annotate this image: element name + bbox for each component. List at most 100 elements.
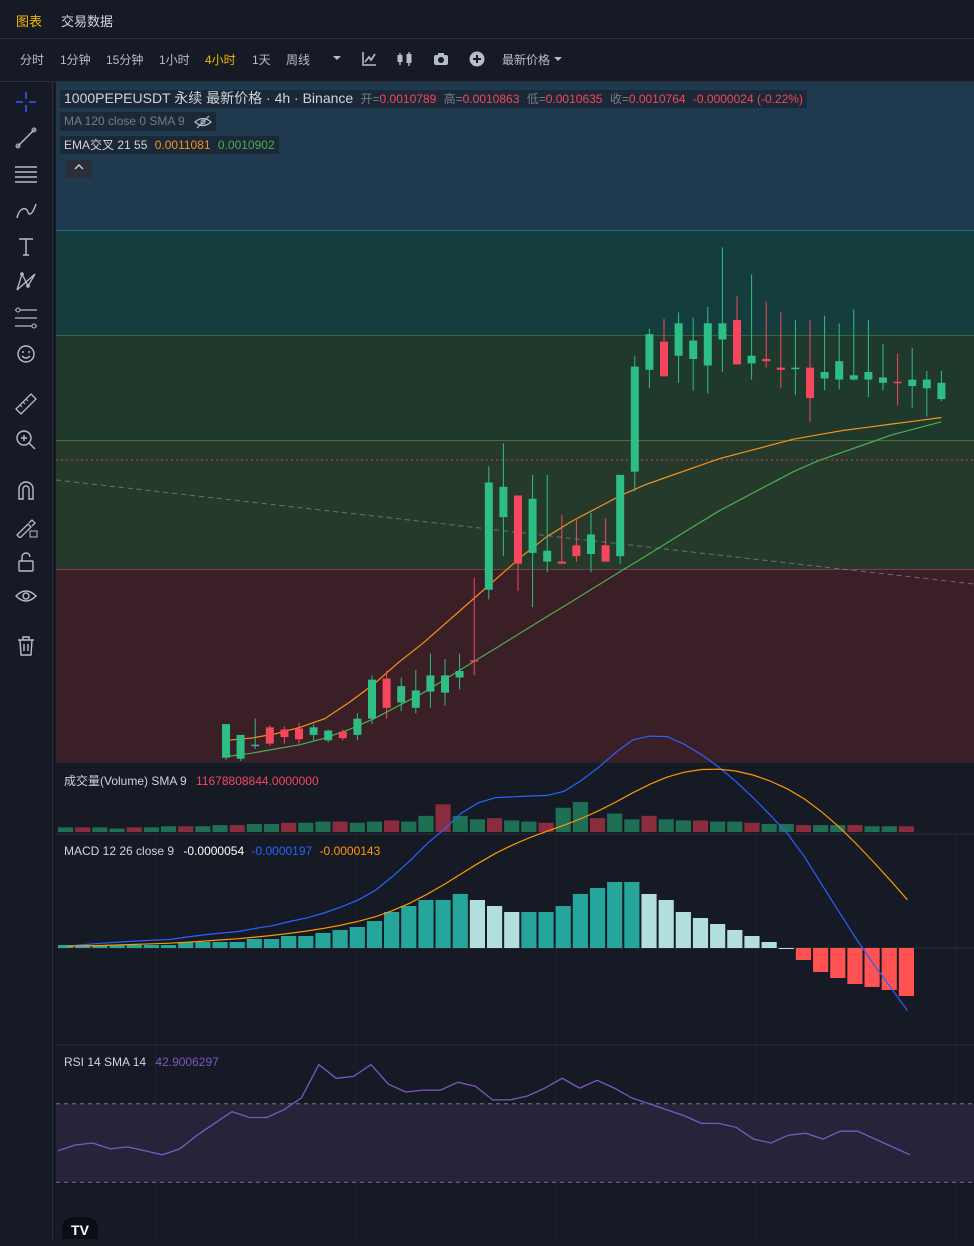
symbol-label[interactable]: 1000PEPEUSDT 永续 最新价格 · 4h · Binance: [64, 90, 353, 106]
tab-trading-data[interactable]: 交易数据: [61, 11, 113, 30]
magnet-icon[interactable]: [14, 478, 38, 502]
volume-bar: [761, 823, 777, 832]
volume-bar: [178, 826, 194, 832]
fib-icon[interactable]: [14, 306, 38, 330]
interval-15m[interactable]: 15分钟: [106, 51, 143, 68]
macd-bar: [126, 945, 142, 948]
volume-bar: [864, 826, 880, 832]
macd-bar: [795, 948, 812, 960]
candle: [572, 545, 581, 557]
volume-bar: [229, 825, 245, 832]
candle: [236, 734, 245, 759]
unlock-icon[interactable]: [14, 550, 38, 574]
ma-legend[interactable]: MA 120 close 0 SMA 9: [60, 112, 217, 131]
candle: [397, 686, 406, 703]
ema-legend[interactable]: EMA交叉 21 55 0.0011081 0.0010902: [60, 136, 279, 154]
candle-type-icon[interactable]: [396, 51, 412, 67]
candle: [922, 379, 931, 389]
price-type-select[interactable]: 最新价格: [502, 51, 563, 68]
candle: [762, 359, 771, 362]
volume-bar: [504, 820, 520, 832]
interval-1h[interactable]: 1小时: [159, 51, 190, 68]
candle: [324, 730, 333, 741]
rsi-label: RSI 14 SMA 14: [64, 1055, 147, 1069]
trash-icon[interactable]: [14, 634, 38, 658]
emoji-icon[interactable]: [14, 342, 38, 366]
volume-bar: [538, 822, 554, 832]
indicator-icon[interactable]: [361, 51, 377, 67]
candle: [616, 474, 625, 557]
interval-1d[interactable]: 1天: [252, 51, 271, 68]
interval-1m[interactable]: 1分钟: [60, 51, 91, 68]
volume-bar: [795, 825, 812, 832]
volume-bar: [160, 826, 177, 832]
candle: [893, 381, 902, 384]
interval-4h[interactable]: 4小时: [205, 51, 236, 68]
candle: [806, 367, 814, 398]
ema21-value: 0.0011081: [154, 138, 211, 152]
drawing-tools-sidebar: [0, 82, 53, 1241]
collapse-legend-button[interactable]: [66, 160, 92, 178]
trend-line-icon[interactable]: [14, 126, 38, 150]
candle: [849, 375, 858, 380]
interval-tick[interactable]: 分时: [20, 51, 44, 68]
price-zone-2: [56, 231, 974, 336]
close-value: 0.0010764: [628, 92, 686, 106]
rsi-band: [56, 1103, 974, 1183]
candle: [484, 482, 493, 590]
candle: [747, 355, 756, 364]
text-icon[interactable]: [14, 234, 38, 258]
macd-bar: [229, 942, 245, 948]
lock-draw-icon[interactable]: [14, 514, 38, 539]
candle: [309, 727, 318, 735]
candle: [733, 320, 741, 365]
close-label: 收=: [609, 92, 629, 106]
candle: [470, 660, 479, 662]
price-type-chevron-icon: [554, 57, 563, 61]
macd-value: -0.0000197: [251, 844, 313, 858]
macd-bar: [727, 930, 743, 948]
hidden-eye-icon[interactable]: [194, 115, 212, 129]
zoom-icon[interactable]: [14, 428, 38, 452]
volume-bar: [744, 822, 760, 832]
macd-bar: [195, 942, 211, 948]
volume-bar: [143, 827, 159, 832]
high-value: 0.0010863: [462, 92, 520, 106]
add-icon[interactable]: [469, 51, 485, 67]
candle: [879, 377, 887, 383]
volume-bar: [641, 815, 657, 832]
price-zones: [56, 82, 974, 762]
candle: [382, 678, 391, 708]
candle: [251, 744, 260, 747]
volume-bar: [246, 823, 262, 832]
volume-value: 11678808844.0000000: [196, 774, 319, 788]
eye-icon[interactable]: [14, 584, 38, 608]
chevron-down-icon[interactable]: [330, 51, 346, 67]
price-zone-3: [56, 336, 974, 441]
candle: [776, 367, 785, 370]
chart-area[interactable]: 1000PEPEUSDT 永续 最新价格 · 4h · Binance 开=0.…: [55, 82, 974, 1241]
volume-bar: [778, 823, 794, 832]
brush-icon[interactable]: [14, 198, 38, 222]
candle: [908, 379, 917, 387]
volume-bar: [675, 820, 691, 832]
tab-chart[interactable]: 图表: [16, 11, 42, 30]
macd-bar: [504, 912, 520, 948]
macd-bar: [452, 894, 468, 948]
interval-1w[interactable]: 周线: [286, 51, 310, 68]
volume-bar: [212, 825, 228, 832]
volume-bar: [298, 822, 314, 832]
volume-bar: [418, 815, 434, 832]
volume-bar: [589, 818, 606, 832]
macd-bar: [418, 900, 434, 948]
camera-icon[interactable]: [433, 51, 449, 67]
macd-bar: [332, 930, 348, 948]
volume-bar: [692, 820, 709, 832]
crosshair-icon[interactable]: [14, 90, 38, 114]
ruler-icon[interactable]: [14, 392, 38, 416]
pattern-icon[interactable]: [14, 270, 38, 294]
macd-bar: [487, 906, 503, 948]
horizontal-lines-icon[interactable]: [14, 162, 38, 186]
macd-bar: [555, 906, 571, 948]
volume-legend: 成交量(Volume) SMA 9 11678808844.0000000: [64, 772, 319, 789]
